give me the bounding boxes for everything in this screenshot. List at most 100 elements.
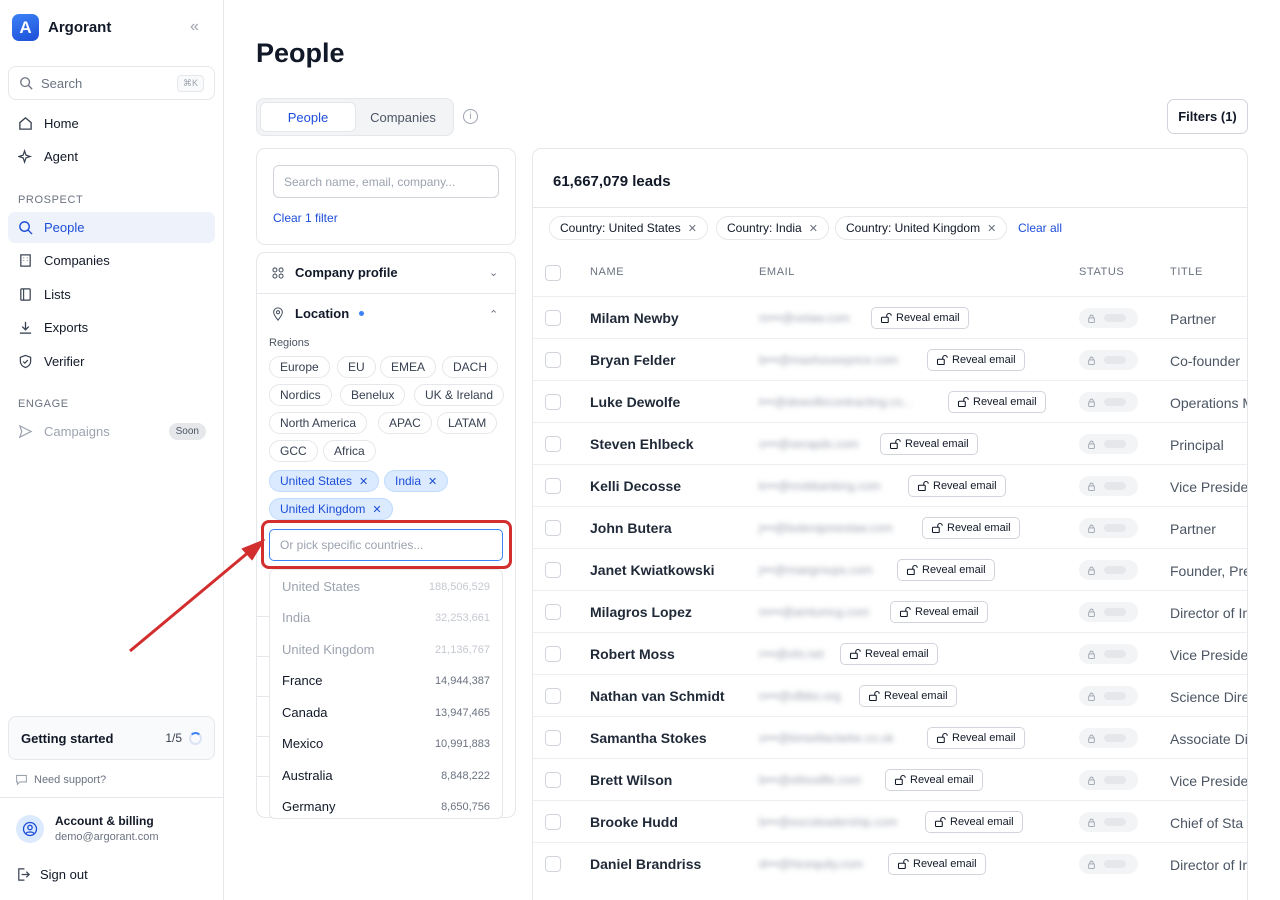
row-checkbox[interactable] [545,478,561,494]
lock-icon [1088,692,1095,701]
reveal-email-button[interactable]: Reveal email [922,517,1020,539]
table-row[interactable]: Steven Ehlbeck s•••@serapdx.com Reveal ema… [533,422,1247,464]
clear-all-link[interactable]: Clear all [1018,221,1062,235]
table-row[interactable]: Brooke Hudd b•••@excoleadership.com Reveal… [533,800,1247,842]
lock-icon [1088,356,1095,365]
status-badge [1079,476,1138,496]
reveal-email-label: Reveal email [884,690,948,702]
person-name[interactable]: Brooke Hudd [590,814,678,830]
person-name[interactable]: Milam Newby [590,310,679,326]
status-badge [1079,770,1138,790]
status-badge [1079,350,1138,370]
reveal-email-button[interactable]: Reveal email [908,475,1006,497]
status-badge [1079,644,1138,664]
person-name[interactable]: Robert Moss [590,646,675,662]
row-checkbox[interactable] [545,562,561,578]
reveal-email-button[interactable]: Reveal email [840,643,938,665]
reveal-email-button[interactable]: Reveal email [888,853,986,875]
select-all-checkbox[interactable] [545,265,561,281]
table-row[interactable]: Kelli Decosse k•••@mvbbanking.com Reveal e… [533,464,1248,506]
person-name[interactable]: Luke Dewolfe [590,394,680,410]
person-name[interactable]: Brett Wilson [590,772,672,788]
row-checkbox[interactable] [545,520,561,536]
person-name[interactable]: Kelli Decosse [590,478,681,494]
column-header-email[interactable]: EMAIL [759,266,795,278]
masked-email: b•••@ethosllfe.com [759,773,862,787]
status-placeholder [1104,398,1126,406]
masked-email: b•••@maxhouseprice.com [759,353,898,367]
row-checkbox[interactable] [545,730,561,746]
unlock-icon [931,522,943,534]
status-badge [1079,812,1138,832]
table-row[interactable]: Nathan van Schmidt n•••@sfbbo.org Reveal e… [533,674,1247,716]
status-placeholder [1104,776,1126,784]
reveal-email-button[interactable]: Reveal email [885,769,983,791]
column-header-name[interactable]: NAME [590,266,624,278]
unlock-icon [936,354,948,366]
column-header-title[interactable]: TITLE [1170,266,1203,278]
active-filter-chip[interactable]: Country: United Kingdom ✕ [835,216,1008,240]
unlock-icon [880,312,892,324]
table-row[interactable]: Robert Moss r•••@ohi.net Reveal email Vice … [533,632,1247,674]
person-name[interactable]: Steven Ehlbeck [590,436,694,452]
unlock-icon [897,858,909,870]
reveal-email-button[interactable]: Reveal email [880,433,978,455]
status-badge [1079,392,1138,412]
column-header-status[interactable]: STATUS [1079,266,1124,278]
person-title: Partner [1170,311,1216,327]
row-checkbox[interactable] [545,646,561,662]
reveal-email-label: Reveal email [950,816,1014,828]
table-row[interactable]: Daniel Brandriss d•••@hicequity.com Reveal… [533,842,1247,884]
lock-icon [1088,314,1095,323]
active-filter-chip[interactable]: Country: India ✕ [716,216,829,240]
row-checkbox[interactable] [545,772,561,788]
close-icon[interactable]: ✕ [688,222,697,235]
table-row[interactable]: Milam Newby m•••@velaw.com Reveal email Par… [533,296,1247,338]
reveal-email-button[interactable]: Reveal email [948,391,1046,413]
row-checkbox[interactable] [545,688,561,704]
reveal-email-button[interactable]: Reveal email [927,727,1025,749]
active-filter-chip[interactable]: Country: United States ✕ [549,216,708,240]
table-row[interactable]: Janet Kwiatkowski j•••@maegroups.com Revea… [533,548,1247,590]
table-row[interactable]: Bryan Felder b•••@maxhouseprice.com Reveal… [533,338,1247,380]
chip-label: Country: United States [560,221,681,235]
reveal-email-button[interactable]: Reveal email [859,685,957,707]
row-checkbox[interactable] [545,856,561,872]
reveal-email-label: Reveal email [915,606,979,618]
reveal-email-label: Reveal email [896,312,960,324]
table-row[interactable]: Luke Dewolfe l•••@dewolfecontracting.co..… [533,380,1247,422]
close-icon[interactable]: ✕ [809,222,818,235]
row-checkbox[interactable] [545,604,561,620]
person-name[interactable]: Samantha Stokes [590,730,707,746]
person-name[interactable]: Janet Kwiatkowski [590,562,715,578]
unlock-icon [934,816,946,828]
row-checkbox[interactable] [545,352,561,368]
person-name[interactable]: Nathan van Schmidt [590,688,725,704]
reveal-email-button[interactable]: Reveal email [897,559,995,581]
close-icon[interactable]: ✕ [987,222,996,235]
table-row[interactable]: Milagros Lopez m•••@amtumcg.com Reveal ema… [533,590,1247,632]
table-row[interactable]: Brett Wilson b•••@ethosllfe.com Reveal ema… [533,758,1247,800]
row-checkbox[interactable] [545,436,561,452]
person-name[interactable]: Daniel Brandriss [590,856,701,872]
reveal-email-button[interactable]: Reveal email [927,349,1025,371]
table-row[interactable]: John Butera j•••@buterajoneslaw.com Reveal… [533,506,1247,548]
lock-icon [1088,776,1095,785]
row-checkbox[interactable] [545,310,561,326]
row-checkbox[interactable] [545,814,561,830]
masked-email: s•••@kinsellaclarke.co.uk [759,731,894,745]
person-name[interactable]: Bryan Felder [590,352,676,368]
reveal-email-button[interactable]: Reveal email [871,307,969,329]
row-checkbox[interactable] [545,394,561,410]
reveal-email-button[interactable]: Reveal email [925,811,1023,833]
masked-email: m•••@velaw.com [759,311,850,325]
reveal-email-button[interactable]: Reveal email [890,601,988,623]
chip-label: Country: United Kingdom [846,221,981,235]
table-row[interactable]: Samantha Stokes s•••@kinsellaclarke.co.uk… [533,716,1247,758]
person-name[interactable]: John Butera [590,520,672,536]
reveal-email-label: Reveal email [922,564,986,576]
person-title: Vice Preside [1170,479,1248,495]
unlock-icon [868,690,880,702]
person-name[interactable]: Milagros Lopez [590,604,692,620]
unlock-icon [894,774,906,786]
